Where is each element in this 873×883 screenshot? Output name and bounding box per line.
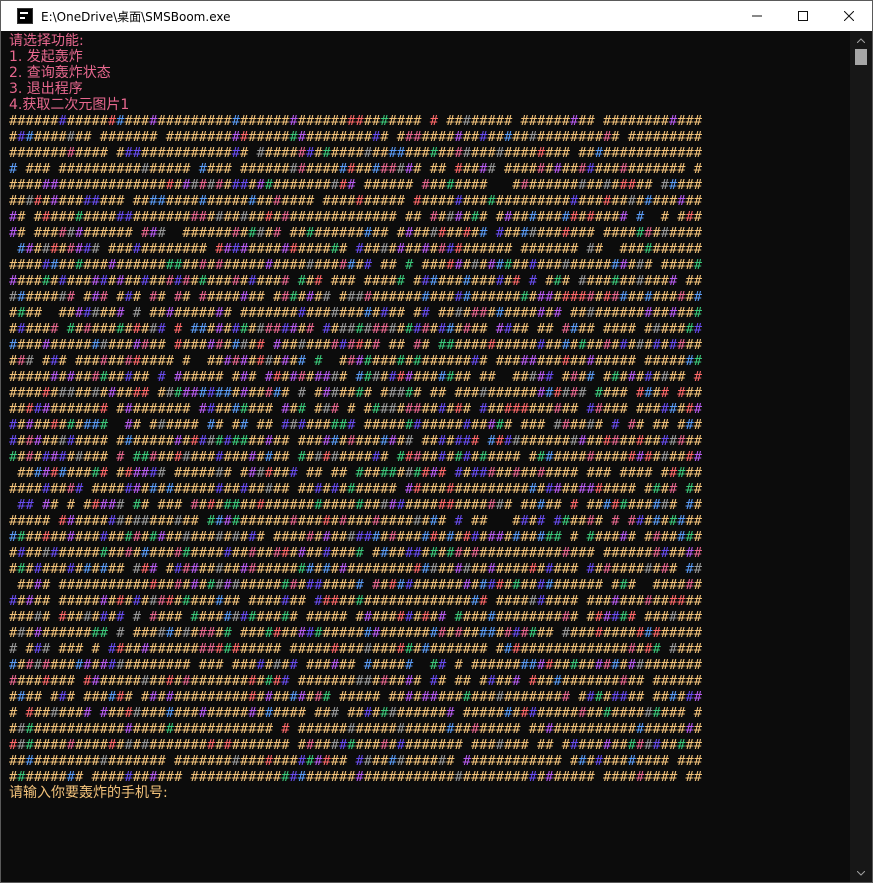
ascii-art-row: #### ######## # ########## #############… [9,305,702,321]
ascii-art-row: ################################## #####… [9,737,702,753]
close-button[interactable] [826,1,872,31]
ascii-art-row: ## #####################################… [9,209,702,225]
ascii-art-row: ############ # ############ ############… [9,625,702,641]
ascii-art-block: ########################################… [9,113,850,785]
ascii-art-row: ################### ####################… [9,753,702,769]
ascii-art-row: ############ ## ###### ## ## ## ########… [9,417,702,433]
ascii-art-row: ############## ### #####################… [9,561,702,577]
ascii-art-row: ############################### ########… [9,529,702,545]
ascii-art-row: ######### ########### ##################… [9,769,702,785]
maximize-icon [798,11,808,21]
ascii-art-row: ################################ # #####… [9,721,702,737]
ascii-art-row: ######### ######################## #####… [9,481,702,497]
ascii-art-row: ########################################… [9,257,702,273]
ascii-art-row: ############ ##################### #####… [9,433,702,449]
menu-option-3: 3. 退出程序 [9,81,83,97]
ascii-art-row: ############## ###################### ##… [9,193,702,209]
ascii-art-row: ###################### ### ######## ####… [9,657,702,673]
title-bar[interactable]: E:\OneDrive\桌面\SMSBoom.exe [1,1,872,31]
maximize-button[interactable] [780,1,826,31]
window-controls [734,1,872,31]
scroll-down-button[interactable] [850,864,872,882]
close-icon [844,11,854,21]
menu-heading: 请选择功能: [9,33,84,49]
ascii-art-row: ############ ######### ######### ### ###… [9,401,702,417]
ascii-art-row: # ### ################ #### ############… [9,161,702,177]
ascii-art-row: # ### ### # ##################### ######… [9,641,702,657]
ascii-art-row: #### ###################################… [17,577,702,593]
ascii-art-row: ########################################… [9,177,702,193]
console-window: E:\OneDrive\桌面\SMSBoom.exe 请选择功能: 1. 发起轰… [0,0,873,883]
ascii-art-row: ######## ######################### #####… [9,673,702,689]
ascii-art-row: ########## ####### #####################… [9,129,702,145]
ascii-art-row: # ######## ######################### ###… [9,705,702,721]
ascii-art-row: ##### ######## # #### ############# ####… [9,609,702,625]
chevron-down-icon [857,870,865,876]
menu-option-4: 4.获取二次元图片1 [9,97,130,113]
ascii-art-row: ##### ################# ################… [9,513,702,529]
ascii-art-row: ############ ################ ##########… [9,145,702,161]
ascii-art-row: ############ # ################### #####… [9,449,702,465]
ascii-art-row: ########## ############ ################… [17,241,702,257]
menu-option-2: 2. 查询轰炸状态 [9,65,111,81]
vertical-scrollbar[interactable] [850,31,872,882]
phone-number-prompt[interactable]: 请输入你要轰炸的手机号: [9,785,850,801]
ascii-art-row: ##### ###################### ####### ###… [9,593,702,609]
ascii-art-row: ## ## # ##### ## ### ###################… [17,497,702,513]
ascii-art-row: ### ### ############ # ############ # ##… [9,353,702,369]
ascii-art-row: ########### ###### ####### ####### ## ##… [17,465,702,481]
window-title: E:\OneDrive\桌面\SMSBoom.exe [41,9,231,24]
ascii-art-row: ################################## ### #… [9,273,702,289]
ascii-art-row: ################# # ###### ### #########… [9,369,702,385]
ascii-art-row: ########################################… [9,545,702,561]
scroll-thumb[interactable] [855,49,867,65]
menu-option-1: 1. 发起轰炸 [9,49,83,65]
minimize-icon [752,15,762,17]
scroll-up-button[interactable] [850,31,872,49]
ascii-art-row: #### ### ###### ####################### … [9,689,702,705]
console-app-icon[interactable] [17,8,33,24]
console-output[interactable]: 请选择功能: 1. 发起轰炸 2. 查询轰炸状态 3. 退出程序 4.获取二次元… [1,31,850,882]
ascii-art-row: ########################################… [9,113,702,129]
ascii-art-row: ################### ########### ########… [9,337,702,353]
ascii-art-row: ###### ############ # ############### ##… [9,321,702,337]
ascii-art-row: ######## ### ### ## ## ######## ####### … [9,289,702,305]
chevron-up-icon [857,37,865,43]
ascii-art-row: ## ############ ### ############ #######… [9,225,702,241]
minimize-button[interactable] [734,1,780,31]
ascii-art-row: ################# ################ # ###… [9,385,702,401]
